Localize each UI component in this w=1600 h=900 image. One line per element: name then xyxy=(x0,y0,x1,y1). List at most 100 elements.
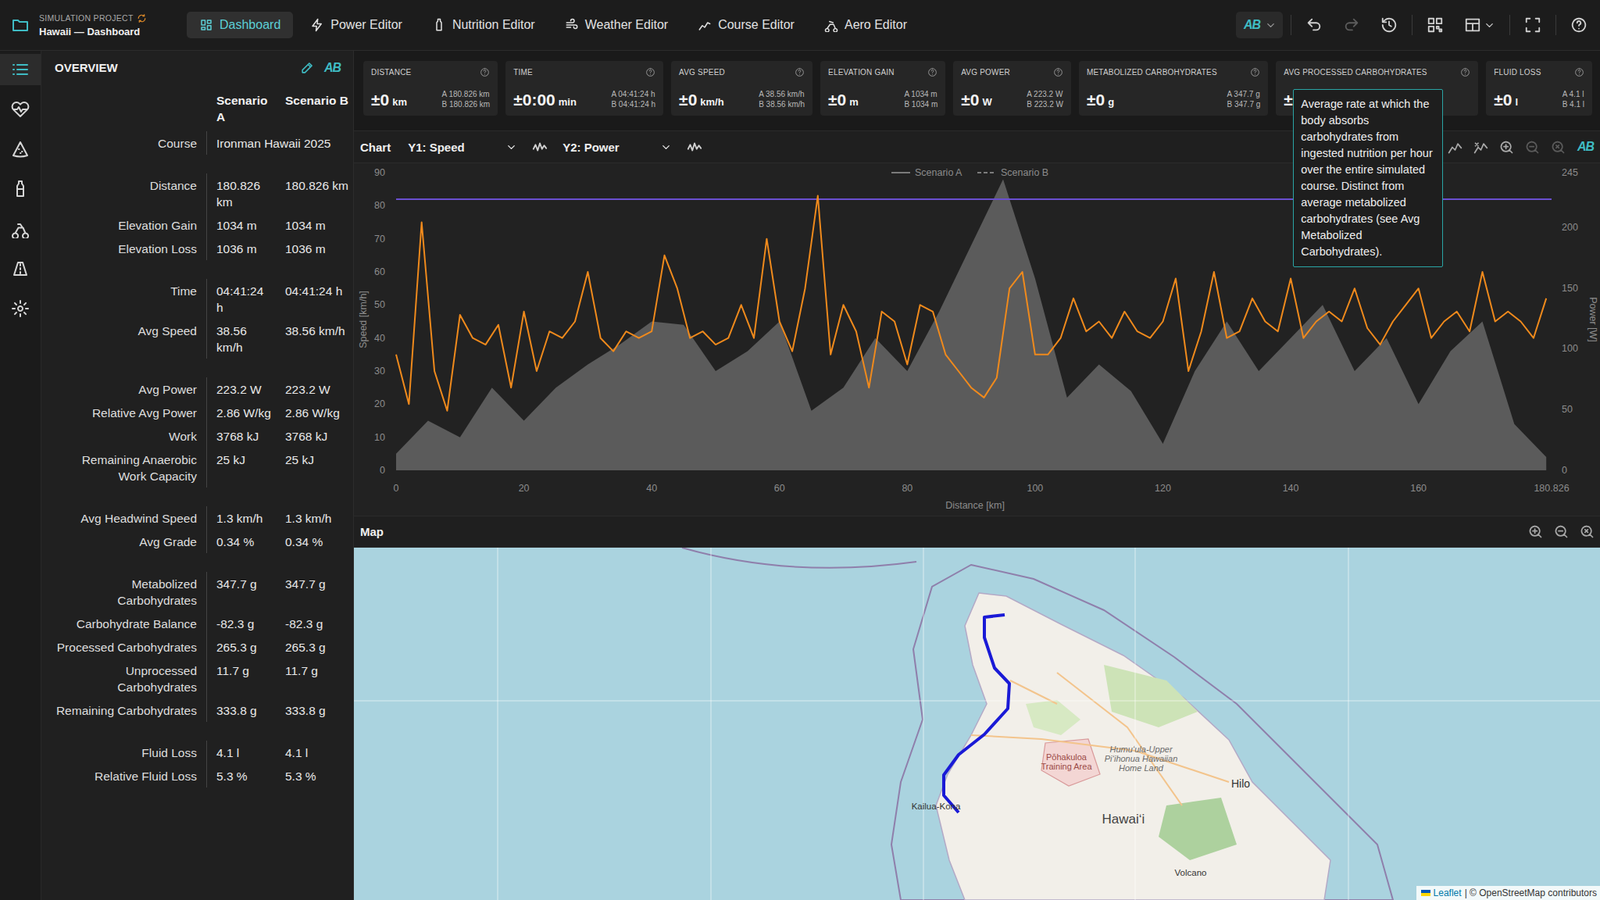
zoom-in-icon[interactable] xyxy=(1527,523,1544,540)
scenario-a-value: 2.86 W/kg xyxy=(207,400,276,425)
zoom-in-icon[interactable] xyxy=(1498,139,1515,156)
row-label: Elevation Gain xyxy=(41,213,208,237)
scenario-b-value: 04:41:24 h xyxy=(275,278,354,319)
info-icon[interactable] xyxy=(927,67,938,78)
scenario-a-value: 223.2 W xyxy=(207,377,276,401)
y2-axis-title: Power [W] xyxy=(1587,296,1599,343)
folder-icon[interactable] xyxy=(10,15,30,35)
info-icon[interactable] xyxy=(1250,67,1261,78)
info-icon[interactable] xyxy=(1053,67,1064,78)
reference-line xyxy=(396,198,1552,200)
row-label: Time xyxy=(41,278,208,319)
map-canvas[interactable]: Kailua-KonaPōhakuloa Training AreaHumuʻu… xyxy=(353,547,1600,900)
editor-tab[interactable]: Course Editor xyxy=(685,11,808,39)
stat-label: AVG POWER xyxy=(960,67,1011,77)
scenario-b-value: 1034 m xyxy=(275,213,354,237)
scenario-a-value: 04:41:24 h xyxy=(207,278,276,319)
scenario-a-value: A 38.56 km/h xyxy=(758,89,805,100)
row-label: Unprocessed Carbohydrates xyxy=(41,658,208,699)
project-info[interactable]: SIMULATION PROJECT Hawaii — Dashboard xyxy=(10,13,179,38)
layout-button[interactable] xyxy=(1457,11,1502,39)
y1-tick: 20 xyxy=(374,398,386,410)
scenario-a-value: 1036 m xyxy=(207,236,276,261)
ab-icon[interactable]: AB xyxy=(1575,139,1596,154)
rail-item[interactable] xyxy=(0,133,41,165)
scenario-a-value: A 347.7 g xyxy=(1226,89,1261,100)
ab-icon: AB xyxy=(1242,17,1262,33)
zoom-reset-icon[interactable] xyxy=(1578,523,1596,540)
y1-axis-title: Speed [km/h] xyxy=(357,290,369,349)
compare-button[interactable] xyxy=(1420,11,1450,39)
fullscreen-button[interactable] xyxy=(1517,11,1548,39)
scenario-a-value: A 04:41:24 h xyxy=(610,89,656,100)
zoom-out-icon[interactable] xyxy=(1553,523,1570,540)
overview-group: Fluid Loss4.1 l4.1 lRelative Fluid Loss5… xyxy=(41,740,354,788)
rail-item[interactable] xyxy=(0,53,41,86)
x-tick: 120 xyxy=(1154,482,1172,494)
stat-card: AVG SPEED±0km/hA 38.56 km/hB 38.56 km/h xyxy=(671,60,813,116)
info-icon[interactable] xyxy=(645,67,656,78)
redo-button[interactable] xyxy=(1336,11,1367,39)
course-icon xyxy=(697,17,712,33)
wave-icon[interactable] xyxy=(531,138,549,156)
info-icon[interactable] xyxy=(1460,67,1471,78)
chevron-icon xyxy=(660,141,672,154)
scenario-b-value: 25 kJ xyxy=(275,447,354,488)
editor-tab[interactable]: Weather Editor xyxy=(552,11,681,39)
overview-group: Avg Headwind Speed1.3 km/h1.3 km/hAvg Gr… xyxy=(41,506,354,554)
stat-card: AVG POWER±0WA 223.2 WB 223.2 W xyxy=(953,60,1072,116)
scenario-b-value: 5.3 % xyxy=(275,764,354,788)
editor-tab[interactable]: Dashboard xyxy=(186,11,293,39)
info-icon[interactable] xyxy=(794,67,805,78)
editor-tab[interactable]: Aero Editor xyxy=(811,11,920,39)
road-icon xyxy=(10,259,30,279)
scenario-b-value: 1036 m xyxy=(275,236,354,261)
stats-row: DISTANCE±0kmA 180.826 kmB 180.826 kmTIME… xyxy=(353,50,1600,131)
map-label: Kailua-Kona xyxy=(900,801,972,811)
info-icon[interactable] xyxy=(1574,67,1585,78)
rail-item[interactable] xyxy=(0,213,41,245)
row-label: Remaining Anaerobic Work Capacity xyxy=(41,447,208,488)
bolt-icon xyxy=(310,17,325,33)
rail-item[interactable] xyxy=(0,253,41,285)
y1-tick: 80 xyxy=(374,200,386,211)
stat-value: ±0km/h xyxy=(678,90,725,110)
wave-icon[interactable] xyxy=(685,138,704,156)
y2-select[interactable]: Y2: Power xyxy=(556,137,679,158)
row-label: Fluid Loss xyxy=(41,740,208,765)
info-icon[interactable] xyxy=(479,67,490,78)
editor-tab[interactable]: Nutrition Editor xyxy=(419,11,548,39)
y1-select[interactable]: Y1: Speed xyxy=(401,137,524,158)
ab-icon[interactable]: AB xyxy=(322,60,343,75)
zoom-out-icon[interactable] xyxy=(1524,139,1541,156)
editor-tab[interactable]: Power Editor xyxy=(297,11,415,39)
redo-icon xyxy=(1342,16,1361,34)
side-rail xyxy=(0,50,42,900)
scenario-b-value: 38.56 km/h xyxy=(275,318,354,359)
chevron-icon xyxy=(1264,19,1277,32)
stat-card: AVG PROCESSED CARBOHYDRATES±Average rate… xyxy=(1275,60,1479,116)
zoom-reset-icon[interactable] xyxy=(1550,139,1567,156)
rail-item[interactable] xyxy=(0,93,41,125)
help-button[interactable] xyxy=(1564,11,1594,39)
scenario-compare-dropdown[interactable]: AB xyxy=(1235,11,1283,39)
history-button[interactable] xyxy=(1374,11,1404,39)
top-bar: SIMULATION PROJECT Hawaii — Dashboard Das… xyxy=(0,0,1600,51)
rail-item[interactable] xyxy=(0,173,41,205)
pencil-icon[interactable] xyxy=(300,60,315,75)
line-compare-icon[interactable] xyxy=(1472,139,1490,156)
line-chart-icon[interactable] xyxy=(1446,139,1464,156)
rail-item[interactable] xyxy=(0,292,41,325)
overview-group: Avg Power223.2 W223.2 WRelative Avg Powe… xyxy=(41,377,354,488)
map-panel: MapKailua-KonaPōhakuloa Training AreaHum… xyxy=(353,515,1600,900)
leaflet-link[interactable]: Leaflet xyxy=(1433,887,1462,899)
overview-group: Distance180.826 km180.826 kmElevation Ga… xyxy=(41,173,354,261)
undo-button[interactable] xyxy=(1299,11,1329,39)
legend-item[interactable]: Scenario B xyxy=(977,167,1049,179)
panel-title: OVERVIEW xyxy=(54,60,118,75)
column-header: Scenario A xyxy=(207,92,276,125)
scenario-a-value: 11.7 g xyxy=(207,658,276,699)
scenario-a-value: 4.1 l xyxy=(207,740,276,765)
scenario-b-value: B 1034 m xyxy=(903,99,938,110)
legend-item[interactable]: Scenario A xyxy=(891,167,963,179)
